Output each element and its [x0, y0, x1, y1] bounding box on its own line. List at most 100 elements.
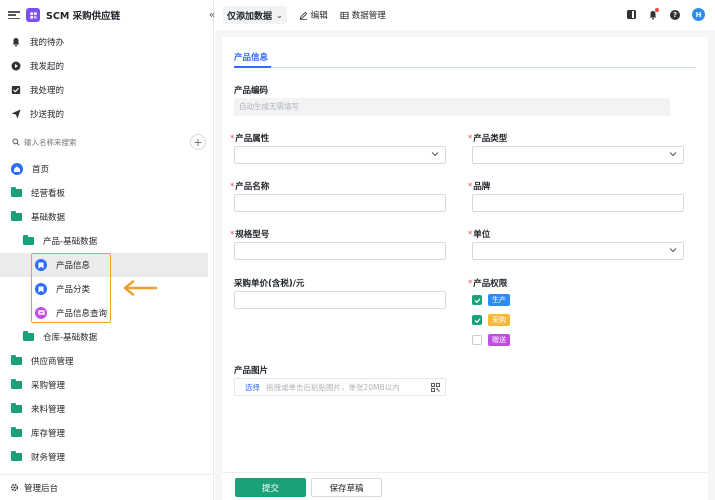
- layout-icon[interactable]: [627, 10, 636, 19]
- type-select[interactable]: [472, 146, 684, 164]
- folder-icon: [11, 451, 22, 461]
- quick-item-initiated[interactable]: 我发起的: [0, 54, 213, 78]
- nav-label: 采购管理: [31, 381, 66, 391]
- quick-item-cc[interactable]: 抄送我的: [0, 102, 213, 126]
- nav-label: 库存管理: [31, 429, 66, 439]
- search-input[interactable]: [24, 137, 174, 147]
- perm-option-production[interactable]: 生产: [472, 294, 510, 306]
- app-name: SCM 采购供应链: [46, 11, 121, 22]
- chevron-down-icon: [431, 152, 439, 157]
- search-box: [8, 133, 184, 151]
- quick-item-todo[interactable]: 我的待办: [0, 30, 213, 54]
- admin-label: 管理后台: [24, 483, 59, 494]
- quick-item-label: 抄送我的: [30, 110, 65, 120]
- nav-item-dashboard[interactable]: 经营看板: [0, 181, 213, 205]
- nav-item-finance[interactable]: 财务管理: [0, 445, 213, 469]
- menu-icon[interactable]: [8, 9, 20, 21]
- perm-option-gift[interactable]: 赠送: [472, 334, 510, 346]
- chevron-down-icon: [669, 152, 677, 157]
- nav-label: 产品-基础数据: [43, 237, 98, 247]
- bookmark-icon: [35, 283, 47, 295]
- edit-label: 编辑: [310, 11, 328, 21]
- nav-label: 首页: [32, 165, 50, 175]
- perm-option-purchase[interactable]: 采购: [472, 314, 510, 326]
- perm-tag: 采购: [488, 314, 510, 326]
- bookmark-icon: [35, 259, 47, 271]
- attr-select[interactable]: [234, 146, 446, 164]
- nav-item-product-query[interactable]: 产品信息查询: [0, 301, 213, 325]
- nav-item-product-info[interactable]: 产品信息: [0, 253, 208, 277]
- nav-item-inventory[interactable]: 库存管理: [0, 421, 213, 445]
- nav-label: 产品信息查询: [56, 309, 108, 319]
- save-draft-button[interactable]: 保存草稿: [311, 478, 382, 497]
- nav-label: 经营看板: [31, 189, 66, 199]
- submit-button[interactable]: 提交: [235, 478, 306, 497]
- brand-input[interactable]: [472, 194, 684, 212]
- topbar: 仅添加数据 ⌄ 编辑 数据管理 ? H: [215, 0, 715, 30]
- quick-item-label: 我的待办: [30, 38, 65, 48]
- tab-product-info[interactable]: 产品信息: [234, 51, 268, 63]
- data-manage-button[interactable]: 数据管理: [340, 9, 386, 21]
- gear-icon: [10, 483, 19, 492]
- folder-icon: [11, 187, 22, 197]
- table-icon: [340, 11, 349, 19]
- checkbox-checked[interactable]: [472, 295, 482, 305]
- qrcode-icon[interactable]: [431, 383, 440, 392]
- view-select[interactable]: 仅添加数据 ⌄: [223, 6, 287, 24]
- inbox-icon: [11, 85, 21, 95]
- home-icon: [11, 163, 23, 175]
- folder-icon: [23, 235, 34, 245]
- search-icon: [12, 138, 20, 146]
- quick-item-label: 我发起的: [30, 62, 65, 72]
- nav-label: 来料管理: [31, 405, 66, 415]
- type-label: *产品类型: [468, 134, 508, 144]
- checkbox-unchecked[interactable]: [472, 335, 482, 345]
- tab-active-indicator: [234, 66, 271, 68]
- tab-divider: [234, 67, 696, 68]
- nav-item-product-base[interactable]: 产品-基础数据: [0, 229, 213, 253]
- code-label: 产品编码: [234, 86, 269, 96]
- arrow-icon: [123, 280, 158, 296]
- spec-input[interactable]: [234, 242, 446, 260]
- nav-tree: 首页 经营看板 基础数据 产品-基础数据 产品信息 产品分类 产品信息查询 仓库…: [0, 157, 213, 469]
- nav-item-supplier[interactable]: 供应商管理: [0, 349, 213, 373]
- nav-item-incoming[interactable]: 来料管理: [0, 397, 213, 421]
- pencil-icon: [299, 11, 307, 20]
- perm-tag: 生产: [488, 294, 510, 306]
- name-input[interactable]: [234, 194, 446, 212]
- nav-label: 产品分类: [56, 285, 91, 295]
- checkbox-checked[interactable]: [472, 315, 482, 325]
- folder-icon: [11, 403, 22, 413]
- upload-select-link[interactable]: 选择: [245, 382, 260, 393]
- image-upload[interactable]: 选择 拖拽或单击后粘贴图片，单张20MB以内: [234, 378, 446, 396]
- notification-bell-icon[interactable]: [648, 7, 659, 20]
- brand-label: *品牌: [468, 182, 491, 192]
- data-manage-label: 数据管理: [351, 11, 386, 21]
- avatar[interactable]: H: [692, 8, 705, 21]
- quick-item-label: 我处理的: [30, 86, 65, 96]
- quick-item-processed[interactable]: 我处理的: [0, 78, 213, 102]
- nav-item-warehouse-base[interactable]: 仓库-基础数据: [0, 325, 213, 349]
- nav-label: 产品信息: [56, 261, 91, 271]
- nav-item-home[interactable]: 首页: [0, 157, 213, 181]
- quick-links: 我的待办 我发起的 我处理的 抄送我的: [0, 30, 213, 126]
- perm-label: *产品权限: [468, 279, 508, 289]
- nav-item-purchase[interactable]: 采购管理: [0, 373, 213, 397]
- image-label: 产品图片: [234, 366, 269, 376]
- edit-button[interactable]: 编辑: [299, 9, 328, 21]
- nav-item-product-category[interactable]: 产品分类: [0, 277, 213, 301]
- admin-link[interactable]: 管理后台: [0, 474, 213, 500]
- chevron-down-icon: [669, 248, 677, 253]
- folder-icon: [11, 379, 22, 389]
- unit-select[interactable]: [472, 242, 684, 260]
- price-input[interactable]: [234, 291, 446, 309]
- view-select-label: 仅添加数据: [227, 11, 273, 22]
- nav-item-base-data[interactable]: 基础数据: [0, 205, 213, 229]
- sidebar-header: SCM 采购供应链: [0, 0, 213, 30]
- folder-icon: [23, 331, 34, 341]
- help-icon[interactable]: ?: [670, 9, 680, 20]
- unit-label: *单位: [468, 230, 491, 240]
- add-button[interactable]: +: [190, 134, 206, 150]
- folder-icon: [11, 355, 22, 365]
- folder-icon: [11, 211, 22, 221]
